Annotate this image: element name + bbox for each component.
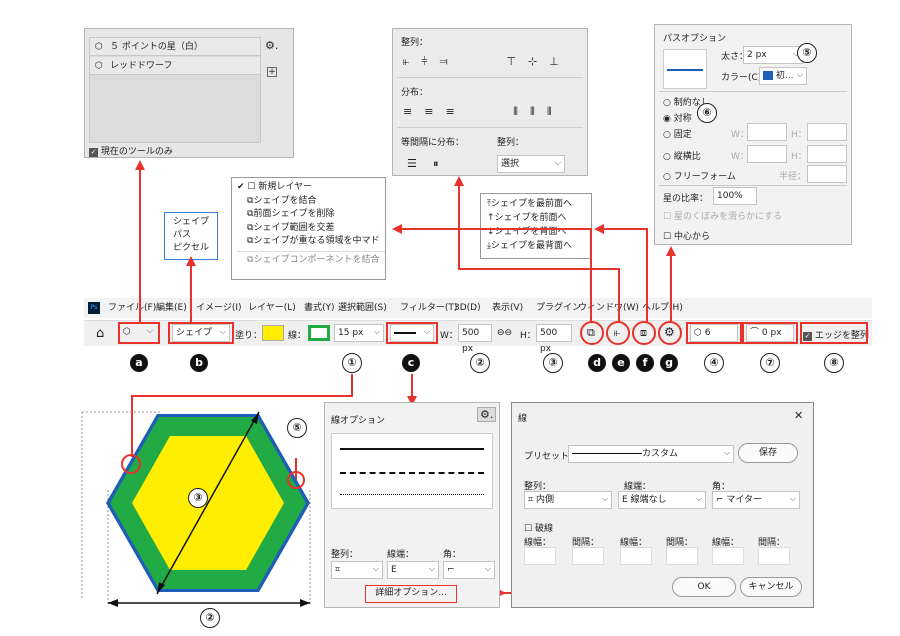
stroke-options-title: 線オプション xyxy=(331,416,386,426)
align-inside-icon: ⌗ xyxy=(528,495,534,505)
cap-butt-icon: E xyxy=(391,565,397,575)
dialog-cap-select[interactable]: E 線端なし xyxy=(618,491,706,509)
dialog-corner-select[interactable]: ⌐ マイター xyxy=(712,491,800,509)
corner-miter-icon: ⌐ xyxy=(716,495,724,505)
dialog-align-select[interactable]: ⌗ 内側 xyxy=(524,491,612,509)
solid-line-option[interactable] xyxy=(340,448,484,450)
gap-input-1[interactable] xyxy=(572,547,604,565)
cap-butt-icon: E xyxy=(622,495,628,505)
dash-input-2[interactable] xyxy=(620,547,652,565)
stroke-align-label: 整列： xyxy=(331,550,359,560)
dialog-title: 線 xyxy=(518,414,528,424)
more-options-button[interactable]: 詳細オプション... xyxy=(365,585,457,603)
gear-icon[interactable]: ⚙. xyxy=(477,407,497,422)
stroke-cap-select[interactable]: E xyxy=(387,561,439,579)
dialog-cap-value: 線端なし xyxy=(630,495,667,505)
stroke-align-select[interactable]: ⌗ xyxy=(331,561,383,579)
stroke-cap-label: 線端： xyxy=(387,550,415,560)
corner-miter-icon: ⌐ xyxy=(447,565,455,575)
callout-3-diagram: ③ xyxy=(188,488,208,508)
stroke-preset-select[interactable]: カスタム xyxy=(568,445,734,463)
callout-5-diagram: ⑤ xyxy=(287,418,307,438)
dash-input-1[interactable] xyxy=(524,547,556,565)
gap-input-3[interactable] xyxy=(758,547,790,565)
checkbox-label: 破線 xyxy=(534,524,553,534)
save-button[interactable]: 保存 xyxy=(738,443,798,463)
cancel-label: キャンセル xyxy=(748,582,794,592)
dotted-line-option[interactable] xyxy=(340,494,484,495)
dialog-corner-value: マイター xyxy=(726,495,763,505)
dashed-line-checkbox[interactable]: ☐ 破線 xyxy=(524,521,553,534)
dashed-line-option[interactable] xyxy=(340,472,484,474)
cancel-button[interactable]: キャンセル xyxy=(740,577,802,597)
stroke-style-list xyxy=(331,433,493,509)
preset-line-icon xyxy=(572,453,642,454)
preset-value: カスタム xyxy=(642,449,679,459)
callout-2-diagram: ② xyxy=(200,608,220,628)
stroke-dialog: 線 ✕ プリセット： カスタム 保存 整列： 線端： 角： ⌗ 内側 E 線端な… xyxy=(511,402,814,608)
stroke-options-panel: 線オプション ⚙. 整列： 線端： 角： ⌗ E ⌐ 詳細オプション... xyxy=(324,402,500,608)
dash-input-3[interactable] xyxy=(712,547,744,565)
save-label: 保存 xyxy=(758,448,777,458)
more-options-label: 詳細オプション... xyxy=(375,588,447,598)
close-icon[interactable]: ✕ xyxy=(794,409,803,422)
stroke-corner-label: 角： xyxy=(443,550,462,560)
ok-label: OK xyxy=(697,582,711,592)
ok-button[interactable]: OK xyxy=(672,577,736,597)
align-inside-icon: ⌗ xyxy=(335,565,341,575)
dialog-align-value: 内側 xyxy=(535,495,554,505)
stroke-corner-select[interactable]: ⌐ xyxy=(443,561,495,579)
gap-input-2[interactable] xyxy=(666,547,698,565)
